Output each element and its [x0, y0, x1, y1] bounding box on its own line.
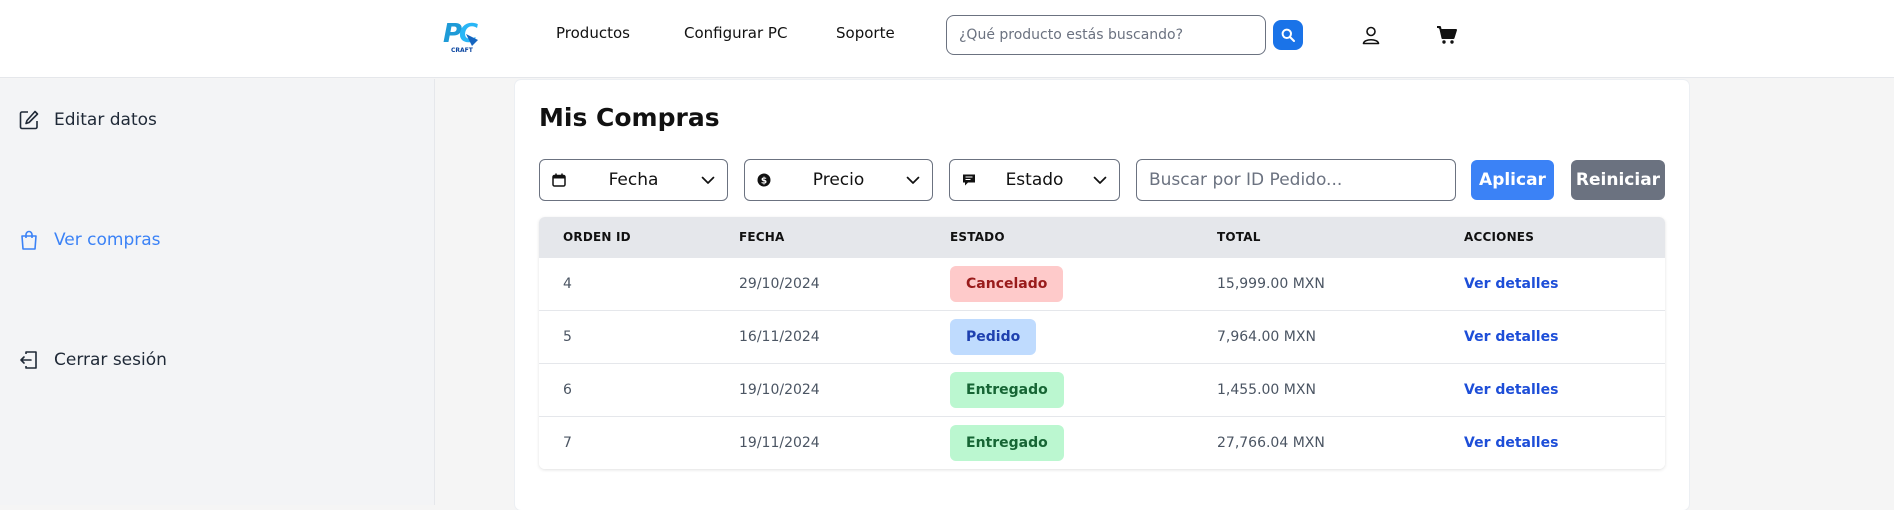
order-total-cell: 7,964.00 MXN [1217, 329, 1316, 345]
table-row: 5 16/11/2024 Pedido 7,964.00 MXN Ver det… [539, 310, 1665, 363]
order-date-cell: 16/11/2024 [739, 329, 820, 345]
sidebar-item-cerrar-sesion[interactable]: Cerrar sesión [18, 349, 167, 371]
order-id-search-input[interactable] [1136, 159, 1456, 201]
apply-button[interactable]: Aplicar [1471, 160, 1554, 200]
order-date-cell: 19/10/2024 [739, 382, 820, 398]
order-total-cell: 27,766.04 MXN [1217, 435, 1325, 451]
account-sidebar: Editar datos Ver compras Cerrar sesión [0, 79, 435, 505]
user-icon [1362, 26, 1380, 45]
filter-fecha-dropdown[interactable]: Fecha [539, 159, 728, 201]
search-icon [1281, 28, 1295, 42]
column-header: ACCIONES [1464, 230, 1535, 244]
status-badge: Entregado [950, 425, 1064, 461]
order-total-cell: 1,455.00 MXN [1217, 382, 1316, 398]
svg-text:C: C [459, 19, 478, 49]
view-details-link[interactable]: Ver detalles [1464, 276, 1558, 292]
view-details-link[interactable]: Ver detalles [1464, 435, 1558, 451]
status-badge: Pedido [950, 319, 1037, 355]
sidebar-item-label: Cerrar sesión [54, 350, 167, 370]
comment-icon [963, 174, 975, 186]
filter-precio-dropdown[interactable]: $ Precio [744, 159, 933, 201]
sidebar-item-label: Ver compras [54, 230, 161, 250]
table-header: ORDEN ID FECHA ESTADO TOTAL ACCIONES [539, 217, 1665, 257]
shopping-bag-icon [21, 230, 37, 250]
order-date-cell: 19/11/2024 [739, 435, 820, 451]
column-header: ESTADO [950, 230, 1005, 244]
column-header: TOTAL [1217, 230, 1261, 244]
user-account-button[interactable] [1358, 22, 1384, 48]
svg-text:CRAFT: CRAFT [451, 47, 474, 54]
table-row: 6 19/10/2024 Entregado 1,455.00 MXN Ver … [539, 363, 1665, 416]
logout-icon [20, 351, 37, 369]
column-header: FECHA [739, 230, 785, 244]
order-id-cell: 6 [563, 382, 572, 398]
order-id-cell: 4 [563, 276, 572, 292]
chevron-down-icon [701, 176, 715, 184]
search-button[interactable] [1273, 20, 1303, 50]
dollar-icon: $ [757, 173, 771, 187]
nav-configurar-pc[interactable]: Configurar PC [684, 24, 787, 42]
nav-productos[interactable]: Productos [556, 24, 630, 42]
edit-icon [19, 110, 39, 130]
cart-button[interactable] [1434, 22, 1460, 48]
filter-label: Precio [812, 170, 865, 190]
chevron-down-icon [1093, 176, 1107, 184]
filter-label: Fecha [608, 170, 659, 190]
chevron-down-icon [906, 176, 920, 184]
table-row: 4 29/10/2024 Cancelado 15,999.00 MXN Ver… [539, 257, 1665, 310]
orders-table: ORDEN ID FECHA ESTADO TOTAL ACCIONES 4 2… [539, 217, 1665, 469]
shopping-cart-icon [1437, 26, 1457, 44]
order-id-cell: 7 [563, 435, 572, 451]
view-details-link[interactable]: Ver detalles [1464, 329, 1558, 345]
status-badge: Cancelado [950, 266, 1064, 302]
table-row: 7 19/11/2024 Entregado 27,766.04 MXN Ver… [539, 416, 1665, 469]
nav-soporte[interactable]: Soporte [836, 24, 895, 42]
status-badge: Entregado [950, 372, 1064, 408]
svg-text:$: $ [761, 177, 767, 187]
order-date-cell: 29/10/2024 [739, 276, 820, 292]
sidebar-item-label: Editar datos [54, 110, 157, 130]
page-title: Mis Compras [539, 103, 720, 132]
column-header: ORDEN ID [563, 230, 631, 244]
filter-label: Estado [1005, 170, 1064, 190]
view-details-link[interactable]: Ver detalles [1464, 382, 1558, 398]
calendar-icon [552, 173, 566, 187]
top-navbar: P C CRAFT Productos Configurar PC Soport… [0, 0, 1894, 78]
filter-estado-dropdown[interactable]: Estado [949, 159, 1120, 201]
order-id-cell: 5 [563, 329, 572, 345]
sidebar-item-editar-datos[interactable]: Editar datos [18, 109, 157, 131]
product-search-input[interactable] [946, 15, 1266, 55]
order-total-cell: 15,999.00 MXN [1217, 276, 1325, 292]
sidebar-item-ver-compras[interactable]: Ver compras [18, 229, 161, 251]
pc-craft-logo[interactable]: P C CRAFT [442, 14, 488, 54]
reset-button[interactable]: Reiniciar [1571, 160, 1665, 200]
